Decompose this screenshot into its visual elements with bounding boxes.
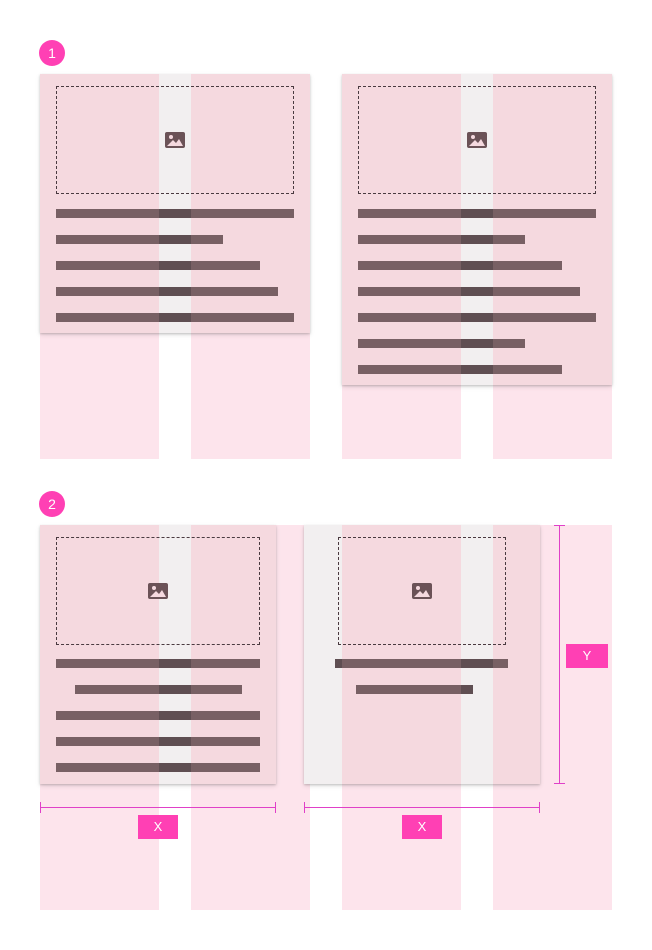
text-line-gutter-overlap — [461, 313, 493, 322]
card-centered-text — [40, 525, 276, 784]
text-line — [358, 235, 525, 244]
image-icon — [148, 583, 168, 599]
text-line — [56, 261, 260, 270]
text-line-gutter-overlap — [159, 659, 191, 668]
text-line — [56, 763, 260, 772]
card-tall — [342, 74, 612, 385]
image-placeholder — [338, 537, 506, 645]
height-label: Y — [566, 644, 608, 668]
text-line — [356, 685, 473, 694]
text-line-gutter-overlap — [159, 763, 191, 772]
text-line-gutter-overlap — [461, 261, 493, 270]
text-line — [56, 737, 260, 746]
text-line-gutter-overlap — [159, 711, 191, 720]
width-measure-line — [40, 807, 276, 808]
gutter — [304, 525, 342, 784]
width-measure-line — [304, 807, 540, 808]
image-icon — [412, 583, 432, 599]
text-line — [358, 365, 562, 374]
width-label: X — [402, 815, 442, 839]
height-measure-line — [559, 525, 560, 784]
text-line-gutter-overlap — [159, 685, 191, 694]
text-line-gutter-overlap — [461, 365, 493, 374]
width-measure-tick — [539, 802, 540, 813]
width-measure-tick — [304, 802, 305, 813]
text-line-gutter-overlap — [461, 287, 493, 296]
text-line-gutter-overlap — [159, 235, 191, 244]
text-line-gutter-overlap — [461, 209, 493, 218]
section-2-badge: 2 — [39, 491, 65, 517]
height-measure-tick — [554, 783, 565, 784]
image-placeholder — [358, 86, 596, 194]
height-measure-tick — [554, 525, 565, 526]
text-line — [358, 339, 525, 348]
width-measure-tick — [40, 802, 41, 813]
image-placeholder — [56, 86, 294, 194]
text-line — [56, 711, 260, 720]
text-line-gutter-overlap — [159, 313, 191, 322]
text-line-gutter-overlap — [461, 235, 493, 244]
width-measure-tick — [275, 802, 276, 813]
text-line — [56, 235, 223, 244]
text-line-gutter-overlap — [159, 287, 191, 296]
text-line-gutter-overlap — [335, 659, 342, 668]
section-1-badge: 1 — [39, 40, 65, 66]
text-line-gutter-overlap — [461, 659, 493, 668]
text-line-gutter-overlap — [159, 261, 191, 270]
image-icon — [467, 132, 487, 148]
card-offset — [304, 525, 540, 784]
card-short — [40, 74, 310, 333]
text-line — [56, 659, 260, 668]
text-line-gutter-overlap — [159, 209, 191, 218]
text-line-gutter-overlap — [461, 339, 493, 348]
image-icon — [165, 132, 185, 148]
text-line — [358, 261, 562, 270]
image-placeholder — [56, 537, 260, 645]
text-line-gutter-overlap — [159, 737, 191, 746]
width-label: X — [138, 815, 178, 839]
text-line-gutter-overlap — [461, 685, 473, 694]
